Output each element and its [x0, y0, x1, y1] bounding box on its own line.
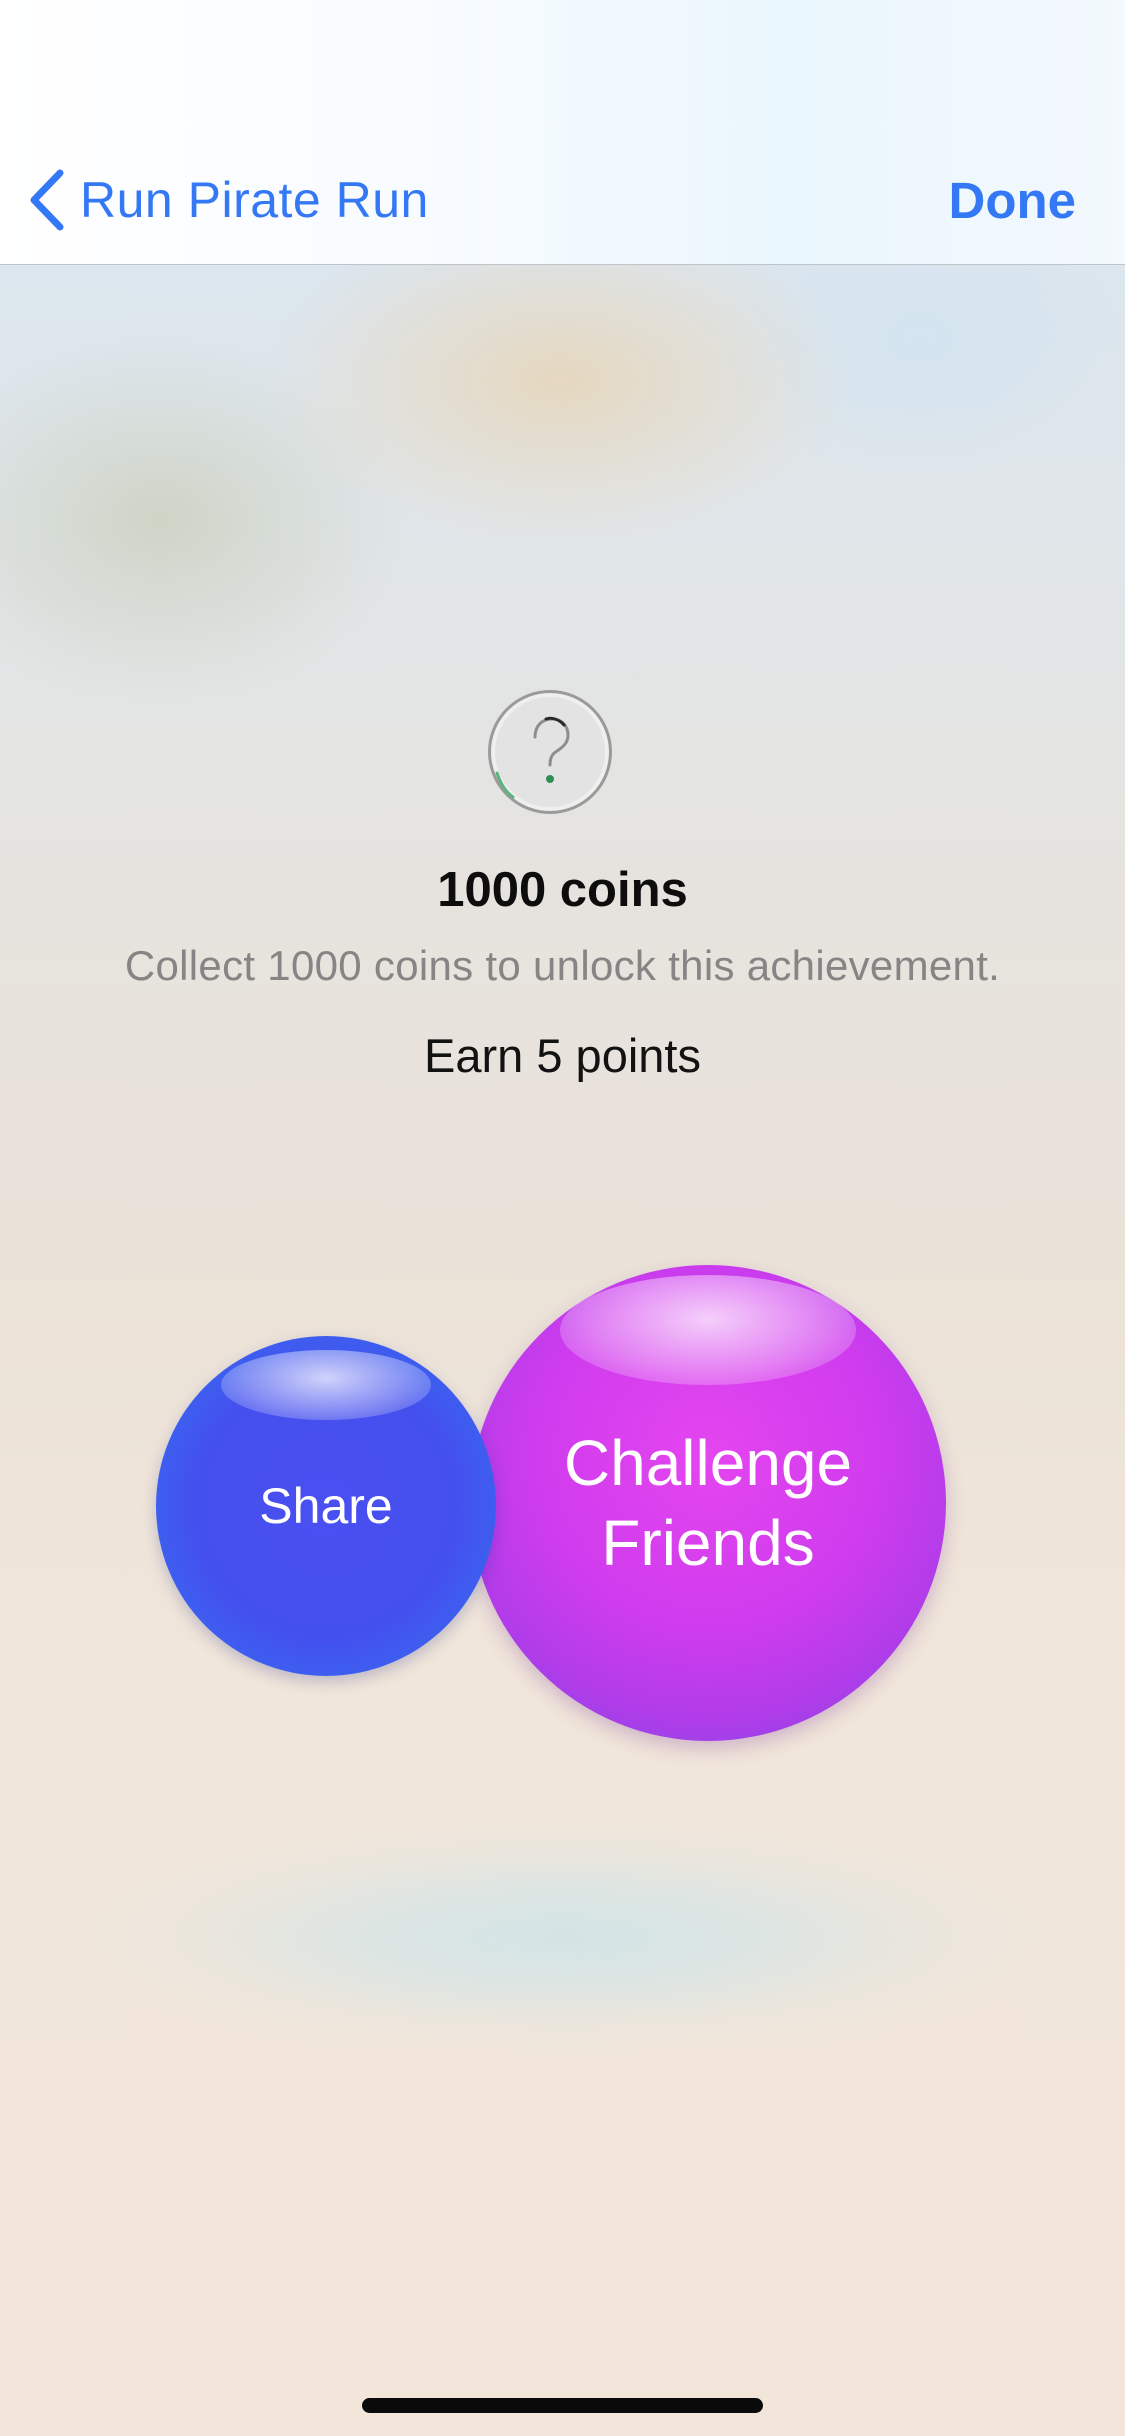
share-label: Share	[259, 1478, 393, 1534]
share-button[interactable]: Share	[156, 1336, 496, 1676]
chevron-left-icon	[30, 169, 64, 231]
achievement-title: 1000 coins	[437, 863, 688, 917]
achievement-badge	[488, 690, 612, 814]
done-button[interactable]: Done	[949, 160, 1077, 240]
challenge-friends-label: Challenge Friends	[564, 1423, 852, 1583]
challenge-friends-button[interactable]: Challenge Friends	[470, 1265, 946, 1741]
navigation-bar: Run Pirate Run Done	[0, 0, 1125, 265]
home-indicator[interactable]	[362, 2398, 763, 2413]
challenge-label-line2: Friends	[601, 1507, 815, 1579]
blurred-decoration	[80, 1820, 1050, 2050]
bubble-highlight	[221, 1350, 431, 1420]
question-mark-icon	[495, 716, 570, 799]
achievement-description: Collect 1000 coins to unlock this achiev…	[124, 942, 1001, 989]
back-button[interactable]: Run Pirate Run	[26, 160, 429, 240]
blurred-background	[0, 0, 1125, 2436]
challenge-label-line1: Challenge	[563, 1427, 853, 1499]
back-button-label: Run Pirate Run	[80, 172, 429, 228]
bubble-highlight	[560, 1275, 856, 1385]
achievement-points: Earn 5 points	[424, 1029, 701, 1082]
